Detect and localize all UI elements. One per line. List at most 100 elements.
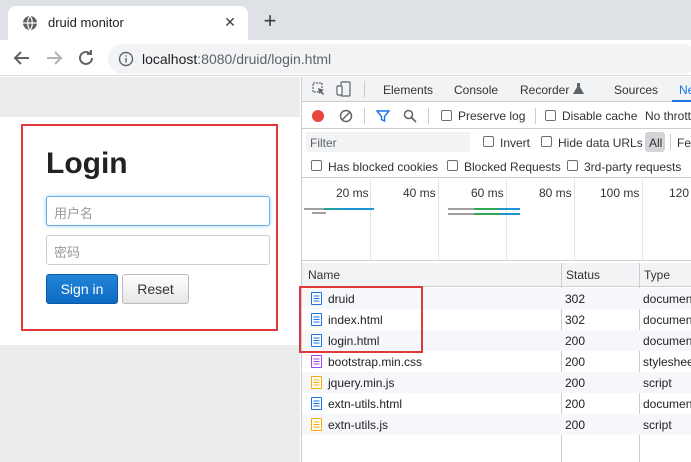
filter-all-button[interactable]: All bbox=[645, 132, 665, 152]
timeline-tick-label: 120 bbox=[669, 186, 690, 200]
info-icon[interactable] bbox=[118, 51, 134, 67]
filter-icon[interactable] bbox=[376, 109, 390, 123]
toolbar-divider bbox=[428, 108, 429, 124]
blocked-cookies-checkbox[interactable] bbox=[311, 160, 322, 171]
request-status: 200 bbox=[565, 334, 586, 348]
network-toolbar: Preserve log Disable cache No thrott bbox=[302, 103, 691, 129]
throttling-select[interactable]: No thrott bbox=[645, 109, 691, 123]
tab-console[interactable]: Console bbox=[454, 83, 498, 97]
waterfall-bar bbox=[474, 208, 498, 210]
timeline-tick-label: 40 ms bbox=[403, 186, 436, 200]
filter-fetch-button[interactable]: Fet bbox=[677, 136, 691, 150]
waterfall-bar bbox=[498, 208, 520, 210]
record-icon[interactable] bbox=[311, 109, 325, 123]
request-status: 302 bbox=[565, 292, 586, 306]
timeline-gridline bbox=[506, 179, 507, 261]
tab-elements[interactable]: Elements bbox=[383, 83, 433, 97]
devtools-tab-bar: Elements Console Recorder Sources Ne bbox=[302, 77, 691, 102]
column-status[interactable]: Status bbox=[566, 268, 600, 282]
waterfall-bar bbox=[304, 208, 324, 210]
blocked-requests-checkbox[interactable] bbox=[447, 160, 458, 171]
filter-bar: Filter Invert Hide data URLs All Fet Has… bbox=[302, 130, 691, 178]
back-arrow-icon[interactable] bbox=[10, 46, 34, 70]
device-toolbar-icon[interactable] bbox=[336, 81, 352, 97]
timeline-gridline bbox=[370, 179, 371, 261]
request-status: 302 bbox=[565, 313, 586, 327]
document-icon bbox=[311, 397, 322, 410]
tab-sources[interactable]: Sources bbox=[614, 83, 658, 97]
timeline-tick-label: 60 ms bbox=[471, 186, 504, 200]
timeline-gridline bbox=[642, 179, 643, 261]
flask-icon bbox=[573, 83, 584, 94]
waterfall-bar bbox=[312, 212, 326, 214]
request-status: 200 bbox=[565, 376, 586, 390]
request-type: script bbox=[643, 418, 672, 432]
request-status: 200 bbox=[565, 418, 586, 432]
column-name[interactable]: Name bbox=[308, 268, 340, 282]
tab-recorder[interactable]: Recorder bbox=[520, 83, 569, 97]
request-row[interactable]: extn-utils.html 200 documen bbox=[302, 393, 691, 414]
request-name: jquery.min.js bbox=[328, 376, 395, 390]
column-type[interactable]: Type bbox=[644, 268, 670, 282]
login-title: Login bbox=[46, 147, 128, 180]
request-type: documen bbox=[643, 397, 691, 411]
preserve-log-checkbox[interactable] bbox=[441, 110, 452, 121]
request-name: extn-utils.html bbox=[328, 397, 403, 411]
waterfall-bar bbox=[474, 213, 500, 215]
invert-checkbox[interactable] bbox=[483, 136, 494, 147]
requests-highlight-box bbox=[299, 286, 423, 353]
browser-toolbar: localhost:8080/druid/login.html bbox=[0, 40, 691, 76]
stylesheet-icon bbox=[311, 355, 322, 368]
inspect-element-icon[interactable] bbox=[312, 82, 326, 96]
reset-button[interactable]: Reset bbox=[122, 274, 189, 304]
tab-strip: druid monitor ✕ + bbox=[0, 0, 691, 40]
url-text: localhost:8080/druid/login.html bbox=[142, 51, 331, 67]
waterfall-bar bbox=[448, 208, 474, 210]
request-row[interactable]: jquery.min.js 200 script bbox=[302, 372, 691, 393]
toolbar-divider bbox=[364, 108, 365, 124]
preserve-log-label: Preserve log bbox=[458, 109, 526, 123]
search-icon[interactable] bbox=[403, 109, 417, 123]
disable-cache-label: Disable cache bbox=[562, 109, 638, 123]
tab-title: druid monitor bbox=[48, 15, 124, 30]
blocked-cookies-label: Has blocked cookies bbox=[328, 160, 439, 174]
blocked-requests-label: Blocked Requests bbox=[464, 160, 561, 174]
third-party-label: 3rd-party requests bbox=[584, 160, 682, 174]
request-status: 200 bbox=[565, 355, 586, 369]
close-tab-icon[interactable]: ✕ bbox=[222, 14, 238, 30]
hide-data-urls-checkbox[interactable] bbox=[541, 136, 552, 147]
toolbar-divider bbox=[535, 108, 536, 124]
network-overview-timeline[interactable]: 20 ms 40 ms 60 ms 80 ms 100 ms 120 bbox=[302, 179, 691, 261]
filter-input[interactable]: Filter bbox=[306, 132, 470, 152]
requests-table-header: Name Status Type bbox=[302, 263, 691, 287]
third-party-checkbox[interactable] bbox=[567, 160, 578, 171]
request-type: documen bbox=[643, 334, 691, 348]
new-tab-button[interactable]: + bbox=[258, 10, 282, 34]
request-row[interactable]: extn-utils.js 200 script bbox=[302, 414, 691, 435]
username-input[interactable]: 用户名 bbox=[46, 196, 270, 226]
tab-network[interactable]: Ne bbox=[679, 83, 691, 97]
request-row[interactable]: bootstrap.min.css 200 styleshee bbox=[302, 351, 691, 372]
script-icon bbox=[311, 376, 322, 389]
waterfall-bar bbox=[500, 213, 520, 215]
timeline-tick-label: 80 ms bbox=[539, 186, 572, 200]
url-host: localhost bbox=[142, 51, 198, 67]
sign-in-button[interactable]: Sign in bbox=[46, 274, 118, 304]
globe-icon bbox=[23, 15, 37, 31]
browser-tab[interactable]: druid monitor ✕ bbox=[8, 6, 248, 40]
clear-icon[interactable] bbox=[339, 109, 353, 123]
address-bar[interactable]: localhost:8080/druid/login.html bbox=[108, 44, 691, 74]
request-type: documen bbox=[643, 292, 691, 306]
request-name: extn-utils.js bbox=[328, 418, 389, 432]
filter-placeholder: Filter bbox=[310, 136, 337, 150]
request-status: 200 bbox=[565, 397, 586, 411]
timeline-gridline bbox=[574, 179, 575, 261]
waterfall-bar bbox=[324, 208, 338, 210]
password-input[interactable]: 密码 bbox=[46, 235, 270, 265]
reload-icon[interactable] bbox=[74, 46, 98, 70]
timeline-tick-label: 20 ms bbox=[336, 186, 369, 200]
forward-arrow-icon[interactable] bbox=[42, 46, 66, 70]
disable-cache-checkbox[interactable] bbox=[545, 110, 556, 121]
filter-divider bbox=[670, 134, 671, 150]
waterfall-bar bbox=[338, 208, 374, 210]
